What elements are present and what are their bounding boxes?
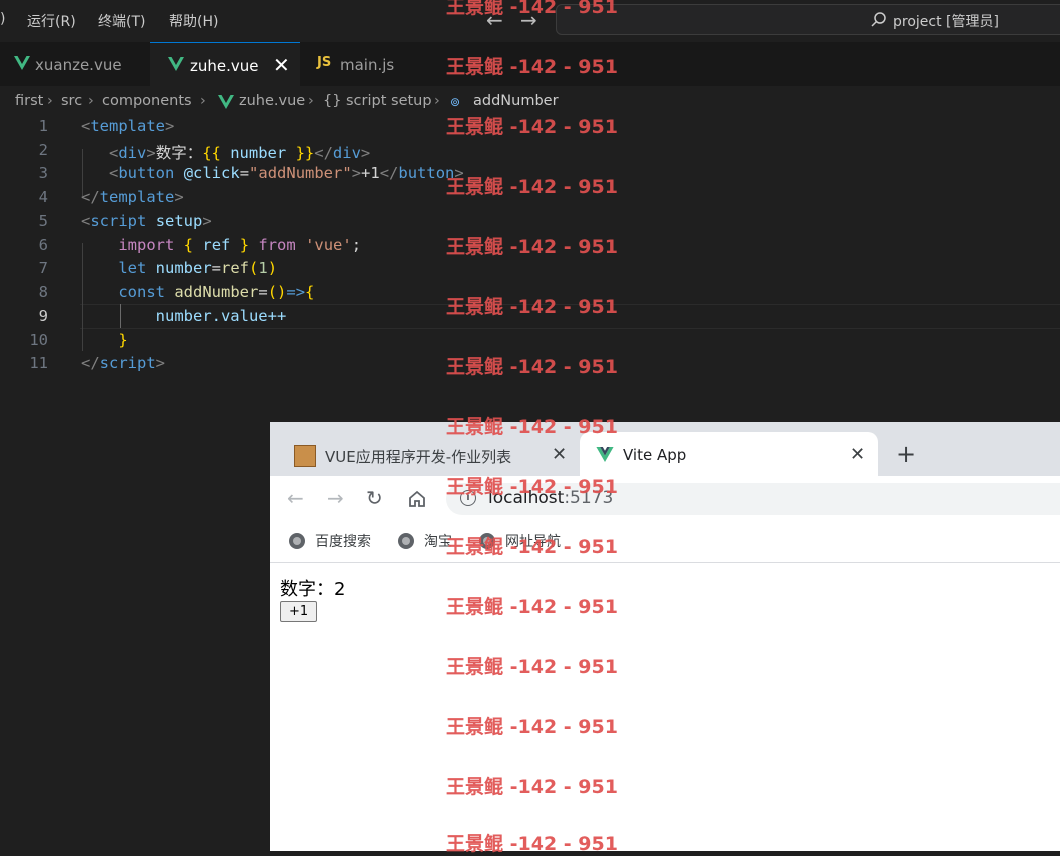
new-tab-plus-icon[interactable]: + (896, 440, 916, 468)
watermark-text: 王景鲲 -142 - 951 (446, 596, 618, 618)
breadcrumb-item[interactable]: first (15, 93, 43, 109)
command-center[interactable]: project [管理员] (556, 4, 1060, 35)
code-line: </template> (81, 188, 184, 206)
chevron-right-icon: › (200, 93, 206, 109)
code-line: } (118, 331, 128, 349)
reload-icon[interactable]: ↻ (366, 486, 383, 510)
line-number: 11 (29, 354, 48, 372)
bookmark-baidu[interactable]: 百度搜索 (289, 531, 371, 551)
watermark-text: 王景鲲 -142 - 951 (446, 236, 618, 258)
js-icon: JS (317, 55, 332, 70)
code-editor[interactable]: 1 2 3 4 5 6 7 8 9 10 11 <template> <div>… (0, 116, 1060, 426)
tab-label: main.js (340, 56, 395, 74)
tab-xuanze-vue[interactable]: xuanze.vue (0, 42, 150, 86)
browser-tab-vite-app[interactable]: Vite App ✕ (580, 432, 878, 476)
watermark-text: 王景鲲 -142 - 951 (446, 116, 618, 138)
menu-item-partial[interactable]: ) (0, 11, 5, 27)
chevron-right-icon: › (308, 93, 314, 109)
tab-main-js[interactable]: JS main.js (300, 42, 440, 86)
code-line: import { ref } from 'vue'; (118, 236, 362, 254)
tab-zuhe-vue[interactable]: zuhe.vue ✕ (150, 42, 300, 87)
tab-label: xuanze.vue (35, 56, 122, 74)
line-number: 6 (38, 236, 48, 254)
browser-tab-label: Vite App (623, 446, 687, 464)
site-favicon-icon (294, 445, 316, 467)
watermark-text: 王景鲲 -142 - 951 (446, 0, 618, 18)
vue-icon (218, 95, 234, 109)
bookmarks-bar: 百度搜索 淘宝 网址导航 (270, 522, 1060, 563)
watermark-text: 王景鲲 -142 - 951 (446, 416, 618, 438)
tab-label: zuhe.vue (190, 57, 259, 75)
line-number: 1 (38, 117, 48, 135)
code-line: const addNumber=()=>{ (118, 283, 315, 301)
code-line: </script> (81, 354, 166, 372)
vue-icon (168, 57, 184, 71)
code-line: <button @click="addNumber">+1</button> (109, 164, 464, 182)
chevron-right-icon: › (434, 93, 440, 109)
watermark-text: 王景鲲 -142 - 951 (446, 56, 618, 78)
command-center-label: project [管理员] (893, 14, 999, 30)
search-icon (871, 12, 886, 27)
watermark-text: 王景鲲 -142 - 951 (446, 176, 618, 198)
watermark-text: 王景鲲 -142 - 951 (446, 716, 618, 738)
menu-item-run[interactable]: 运行(R) (27, 11, 76, 31)
watermark-text: 王景鲲 -142 - 951 (446, 776, 618, 798)
line-number: 9 (38, 307, 48, 325)
back-arrow-icon[interactable]: ← (287, 486, 304, 510)
close-icon[interactable]: ✕ (273, 53, 290, 77)
line-number: 10 (29, 331, 48, 349)
number-display: 数字：2 (280, 579, 346, 600)
watermark-text: 王景鲲 -142 - 951 (446, 476, 618, 498)
menu-item-help[interactable]: 帮助(H) (169, 11, 218, 31)
code-line: <template> (81, 117, 175, 135)
globe-icon (398, 533, 414, 549)
forward-arrow-icon[interactable]: → (327, 486, 344, 510)
code-line: <div>数字：{{ number }}</div> (109, 144, 371, 162)
browser-toolbar: ← → ↻ i localhost:5173 (270, 476, 1060, 522)
line-number: 5 (38, 212, 48, 230)
watermark-text: 王景鲲 -142 - 951 (446, 536, 618, 558)
braces-icon: {} (323, 93, 342, 109)
home-icon[interactable] (407, 489, 427, 509)
watermark-text: 王景鲲 -142 - 951 (446, 296, 618, 318)
code-line: <script setup> (81, 212, 212, 230)
bookmark-taobao[interactable]: 淘宝 (398, 531, 452, 551)
breadcrumb-item[interactable]: addNumber (473, 93, 559, 109)
breadcrumb-item[interactable]: script setup (346, 93, 432, 109)
chevron-right-icon: › (88, 93, 94, 109)
increment-button[interactable]: +1 (280, 601, 318, 622)
close-icon[interactable]: ✕ (850, 444, 865, 465)
line-number: 8 (38, 283, 48, 301)
breadcrumb-item[interactable]: zuhe.vue (239, 93, 305, 109)
vue-icon (596, 447, 614, 462)
line-number: 4 (38, 188, 48, 206)
vue-icon (14, 56, 30, 70)
line-number: 7 (38, 259, 48, 277)
code-line: let number=ref(1) (118, 259, 278, 277)
line-number: 2 (38, 141, 48, 159)
code-line: number.value++ (155, 307, 287, 325)
menu-item-terminal[interactable]: 终端(T) (98, 11, 145, 31)
breadcrumb-item[interactable]: components (102, 93, 192, 109)
browser-tab-strip: VUE应用程序开发-作业列表 ✕ Vite App ✕ + (270, 422, 1060, 476)
watermark-text: 王景鲲 -142 - 951 (446, 656, 618, 678)
line-number: 3 (38, 164, 48, 182)
watermark-text: 王景鲲 -142 - 951 (446, 356, 618, 378)
browser-tab-label: VUE应用程序开发-作业列表 (325, 448, 512, 466)
method-icon: ⊚ (450, 95, 461, 109)
globe-icon (289, 533, 305, 549)
browser-window: VUE应用程序开发-作业列表 ✕ Vite App ✕ + ← → ↻ i lo… (270, 422, 1060, 851)
chevron-right-icon: › (47, 93, 53, 109)
watermark-text: 王景鲲 -142 - 951 (446, 833, 618, 855)
breadcrumb-item[interactable]: src (61, 93, 82, 109)
close-icon[interactable]: ✕ (552, 444, 567, 465)
page-content: 数字：2 +1 (270, 563, 1060, 851)
